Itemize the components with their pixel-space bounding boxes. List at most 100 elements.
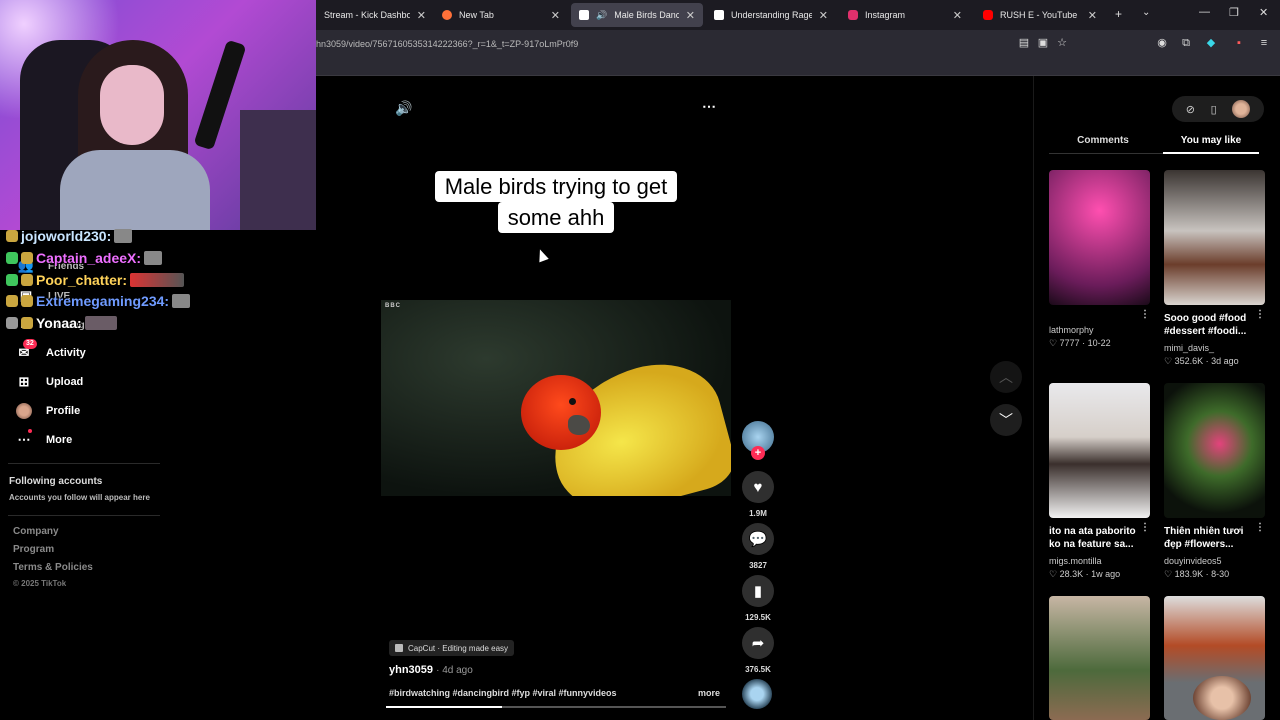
caption-line-1: Male birds trying to get — [434, 171, 678, 202]
user-avatar[interactable] — [1232, 100, 1251, 118]
firefox-icon — [442, 10, 452, 20]
card-title[interactable]: Sooo good #food #dessert #foodi... — [1164, 312, 1259, 338]
following-accounts-subtitle: Accounts you follow will appear here — [9, 493, 150, 502]
sidebar-item-label: Upload — [46, 376, 84, 388]
upload-icon: ⊞ — [18, 374, 30, 389]
sidebar-item-upload[interactable]: ⊞ Upload — [16, 374, 84, 390]
like-count: 1.9M — [749, 509, 767, 518]
follow-plus-icon[interactable]: + — [751, 446, 765, 460]
extensions-icon[interactable]: ⧉ — [1180, 37, 1192, 49]
video-frame[interactable]: BBC — [381, 300, 731, 496]
card-more-icon[interactable]: ⋮ — [1140, 309, 1150, 320]
post-age: · 4d ago — [436, 665, 473, 676]
compass-icon[interactable]: ⊘ — [1186, 103, 1195, 116]
tab-instagram[interactable]: Instagram ✕ — [840, 3, 970, 27]
close-icon[interactable]: ✕ — [417, 9, 426, 22]
video-progress-bar[interactable] — [386, 706, 726, 708]
url-text[interactable]: hn3059/video/7567160535314222366?_r=1&_t… — [316, 39, 578, 49]
menu-icon[interactable]: ≡ — [1258, 37, 1270, 49]
video-thumbnail[interactable] — [1049, 596, 1150, 720]
card-title[interactable]: ito na ata paborito ko na feature sa... — [1049, 525, 1144, 551]
capcut-tag[interactable]: CapCut · Editing made easy — [389, 640, 515, 656]
video-thumbnail[interactable] — [1049, 170, 1150, 305]
close-icon[interactable]: ✕ — [1088, 9, 1097, 22]
card-meta: ♡ 183.9K · 8-30 — [1164, 569, 1230, 579]
tab-rage-baiting[interactable]: Understanding Rage Baiting... ✕ — [706, 3, 836, 27]
tab-male-birds[interactable]: 🔊 Male Birds Dancing to ... ✕ — [571, 3, 703, 27]
tab-new-tab[interactable]: New Tab ✕ — [434, 3, 568, 27]
bookmark-star-icon[interactable]: ☆ — [1056, 37, 1068, 49]
emote-icon — [130, 273, 185, 287]
close-icon[interactable]: ✕ — [551, 9, 560, 22]
video-thumbnail[interactable] — [1164, 170, 1265, 305]
emote-icon — [144, 251, 163, 265]
tab-list-icon[interactable]: ⌄ — [1142, 7, 1150, 18]
video-thumbnail[interactable] — [1049, 383, 1150, 518]
previous-video-button[interactable]: ︿ — [990, 361, 1022, 393]
extension-icon[interactable]: ◆ — [1205, 37, 1217, 49]
next-video-button[interactable]: ﹀ — [990, 404, 1022, 436]
tab-comments[interactable]: Comments — [1049, 135, 1157, 146]
screenshot-icon[interactable]: ▣ — [1037, 37, 1049, 49]
share-icon: ➦ — [742, 627, 774, 659]
divider — [8, 515, 160, 516]
like-button[interactable]: ♥ 1.9M — [742, 471, 774, 518]
tab-title: Male Birds Dancing to ... — [614, 10, 679, 20]
close-icon[interactable]: ✕ — [819, 9, 828, 22]
chat-message: Captain_adeeX: — [6, 250, 163, 266]
tab-you-may-like[interactable]: You may like — [1163, 135, 1259, 146]
more-icon: ⋯ — [16, 429, 32, 448]
share-count: 376.5K — [745, 665, 771, 674]
volume-icon[interactable]: 🔊 — [395, 100, 412, 117]
video-author[interactable]: yhn3059 · 4d ago — [389, 664, 473, 676]
chat-badge-icon — [21, 295, 33, 307]
chat-badge-icon — [21, 274, 33, 286]
card-author[interactable]: migs.montilla — [1049, 556, 1102, 566]
card-more-icon[interactable]: ⋮ — [1140, 522, 1150, 533]
sidebar-item-profile[interactable]: Profile — [16, 403, 80, 419]
tab-title: New Tab — [459, 10, 494, 20]
video-hashtags[interactable]: #birdwatching #dancingbird #fyp #viral #… — [389, 688, 617, 698]
author-name[interactable]: yhn3059 — [389, 664, 433, 676]
maximize-icon[interactable]: ❐ — [1229, 6, 1239, 19]
music-disc-icon[interactable] — [742, 679, 772, 709]
more-description-link[interactable]: more — [698, 688, 720, 698]
sidebar-item-activity[interactable]: ✉ 32 Activity — [16, 339, 86, 361]
more-options-icon[interactable]: ⋯ — [702, 98, 716, 115]
chat-username: Captain_adeeX: — [36, 250, 142, 266]
card-author[interactable]: douyinvideos5 — [1164, 556, 1222, 566]
account-icon[interactable]: ◉ — [1156, 37, 1168, 49]
minimize-icon[interactable]: — — [1199, 6, 1210, 18]
close-icon[interactable]: ✕ — [953, 9, 962, 22]
speaker-icon[interactable]: 🔊 — [596, 10, 607, 21]
tab-youtube[interactable]: RUSH E - YouTube ✕ — [975, 3, 1105, 27]
close-icon[interactable]: ✕ — [686, 9, 695, 22]
video-caption: Male birds trying to get some ahh — [380, 171, 732, 233]
footer-link-program[interactable]: Program — [13, 544, 54, 555]
sidebar-item-more[interactable]: ⋯ More — [16, 429, 72, 448]
chat-badge-icon — [21, 252, 33, 264]
card-more-icon[interactable]: ⋮ — [1255, 309, 1265, 320]
chat-username: jojoworld230: — [21, 228, 112, 244]
reader-view-icon[interactable]: ▤ — [1018, 37, 1030, 49]
chat-message: jojoworld230: — [6, 228, 133, 244]
new-tab-icon[interactable]: + — [1115, 7, 1122, 21]
card-title[interactable]: Thiên nhiên tươi đẹp #flowers... — [1164, 525, 1259, 551]
card-more-icon[interactable]: ⋮ — [1255, 522, 1265, 533]
card-author[interactable]: mimi_davis_ — [1164, 343, 1214, 353]
chat-message: Poor_chatter: — [6, 272, 185, 288]
card-author[interactable]: lathmorphy — [1049, 325, 1094, 335]
footer-link-company[interactable]: Company — [13, 526, 59, 537]
tab-title: Instagram — [865, 10, 906, 20]
extension-badge-icon[interactable]: ▪ — [1233, 37, 1245, 49]
close-window-icon[interactable]: ✕ — [1259, 6, 1268, 19]
video-thumbnail[interactable] — [1164, 383, 1265, 518]
save-button[interactable]: ▮ 129.5K — [742, 575, 774, 622]
microphone — [193, 39, 247, 151]
device-icon[interactable]: ▯ — [1211, 103, 1217, 116]
tiktok-icon — [579, 10, 589, 20]
comment-button[interactable]: 💬 3827 — [742, 523, 774, 570]
footer-link-terms[interactable]: Terms & Policies — [13, 562, 93, 573]
tab-kick-dashboard[interactable]: Stream - Kick Dashboard ✕ — [316, 3, 434, 27]
share-button[interactable]: ➦ 376.5K — [742, 627, 774, 674]
